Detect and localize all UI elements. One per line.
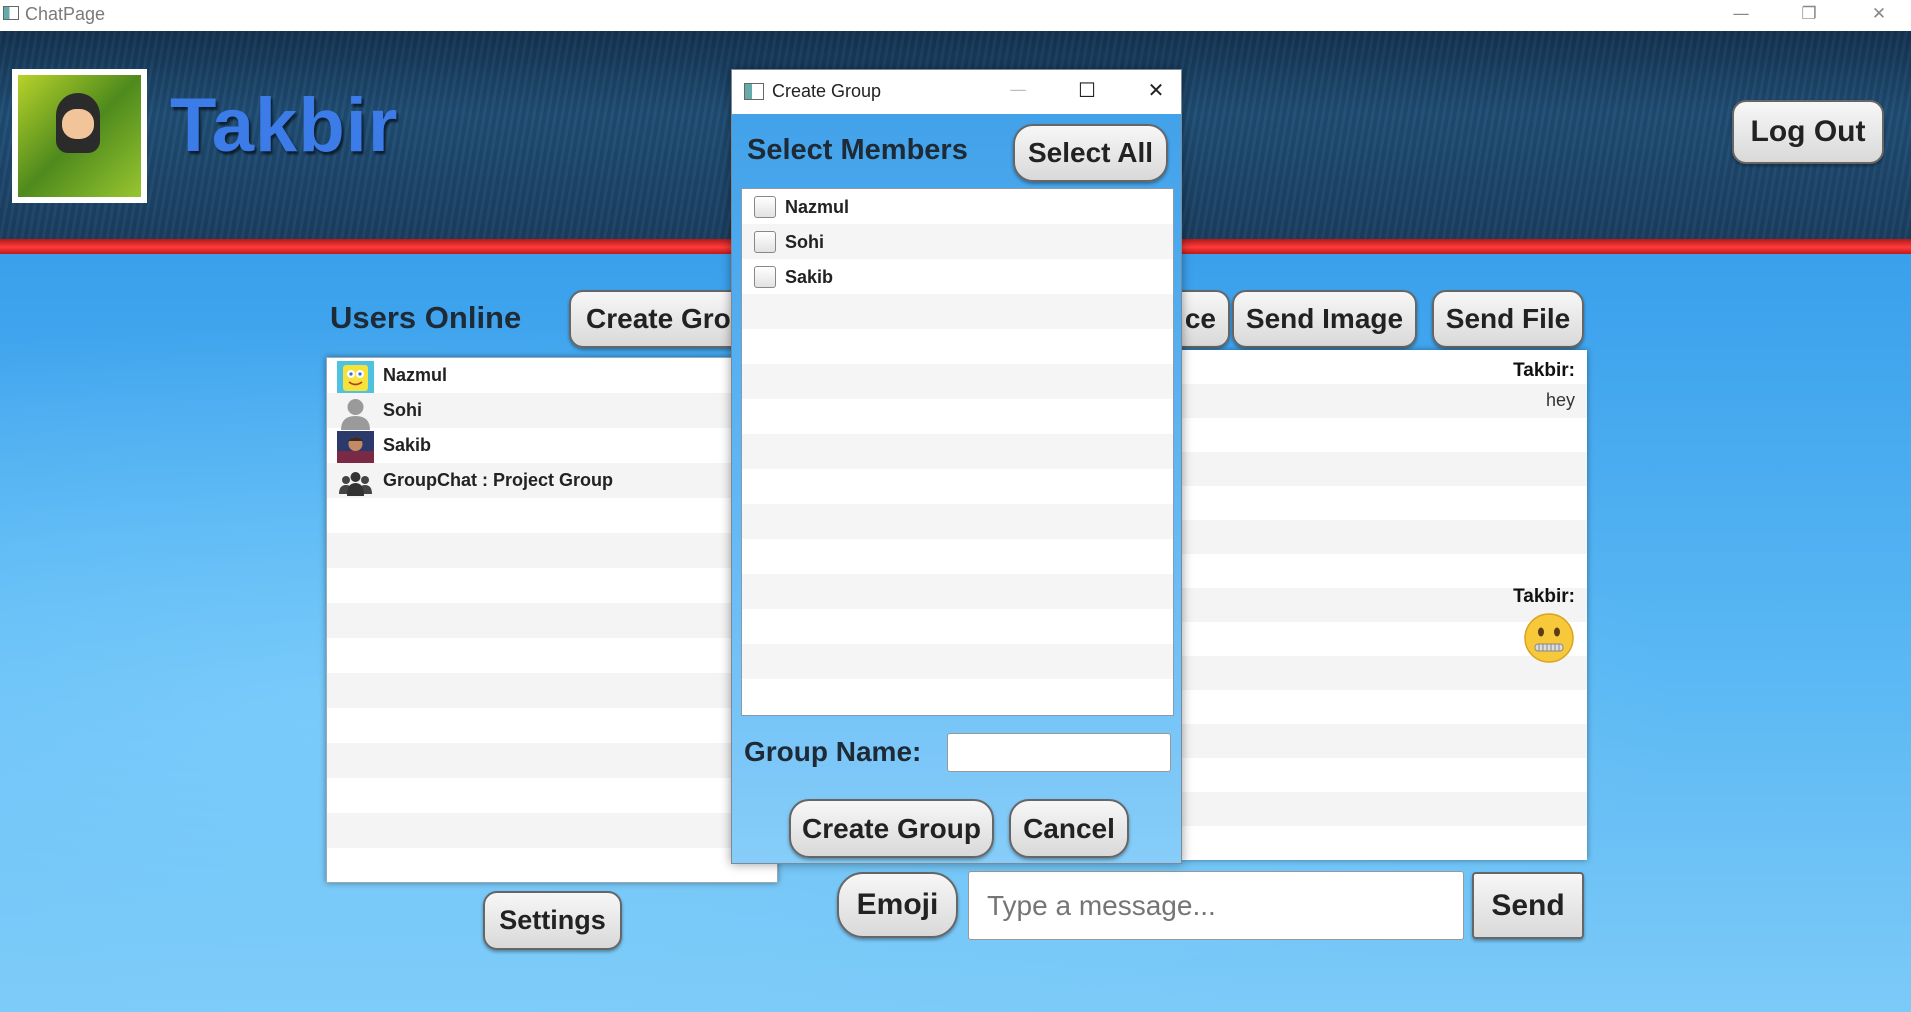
empty-row: [327, 533, 777, 568]
empty-row: [327, 813, 777, 848]
member-name: Nazmul: [785, 197, 850, 217]
window-titlebar: ChatPage — ❐ ✕: [0, 0, 1911, 31]
empty-row: [742, 294, 1173, 329]
dialog-title: Create Group: [772, 81, 882, 101]
message-sender: Takbir:: [1513, 360, 1575, 381]
dialog-titlebar: Create Group — ☐ ✕: [732, 70, 1181, 114]
empty-row: [327, 743, 777, 778]
user-row-groupchat[interactable]: GroupChat : Project Group: [327, 463, 777, 498]
message-input[interactable]: [968, 871, 1464, 940]
spongebob-avatar-icon: [337, 361, 374, 395]
create-group-confirm-button[interactable]: Create Group: [789, 799, 994, 858]
minimize-button[interactable]: —: [1712, 0, 1770, 31]
empty-row: [327, 603, 777, 638]
group-name-input[interactable]: [947, 733, 1171, 772]
empty-row: [742, 469, 1173, 504]
profile-avatar[interactable]: [12, 69, 147, 203]
empty-row: [742, 434, 1173, 469]
window-title: ChatPage: [25, 4, 106, 24]
member-row[interactable]: Sakib: [742, 259, 1173, 294]
select-members-label: Select Members: [747, 134, 968, 166]
zipper-mouth-emoji-icon: [1524, 613, 1574, 663]
member-row[interactable]: Nazmul: [742, 189, 1173, 224]
emoji-button[interactable]: Emoji: [837, 872, 958, 938]
chat-log: Takbir: hey Takbir:: [1180, 350, 1587, 860]
dialog-maximize-button[interactable]: ☐: [1058, 76, 1116, 107]
message-sender: Takbir:: [1513, 586, 1575, 607]
empty-row: [742, 504, 1173, 539]
message-text: hey: [1545, 390, 1575, 410]
empty-row: [742, 329, 1173, 364]
users-list: Nazmul Sohi Sakib GroupChat : Project Gr…: [326, 357, 778, 883]
dialog-minimize-button[interactable]: —: [989, 76, 1047, 107]
send-button[interactable]: Send: [1472, 872, 1584, 939]
photo-avatar-icon: [337, 431, 374, 465]
member-checkbox[interactable]: [754, 231, 776, 253]
user-row-sohi[interactable]: Sohi: [327, 393, 777, 430]
close-button[interactable]: ✕: [1850, 0, 1908, 31]
empty-row: [327, 673, 777, 708]
send-file-button[interactable]: Send File: [1432, 290, 1584, 348]
empty-row: [742, 574, 1173, 609]
user-name: Sakib: [383, 435, 432, 455]
restore-button[interactable]: ❐: [1780, 0, 1838, 31]
empty-row: [742, 609, 1173, 644]
user-name: Nazmul: [383, 365, 448, 385]
empty-row: [327, 638, 777, 673]
group-name-label: Group Name:: [744, 736, 922, 767]
select-all-button[interactable]: Select All: [1013, 124, 1168, 182]
empty-row: [742, 679, 1173, 714]
dialog-close-button[interactable]: ✕: [1127, 76, 1185, 107]
member-name: Sohi: [785, 232, 824, 252]
create-group-dialog: Create Group — ☐ ✕ Select Members Select…: [731, 69, 1182, 864]
member-name: Sakib: [785, 267, 834, 287]
send-image-button[interactable]: Send Image: [1232, 290, 1417, 348]
empty-row: [327, 708, 777, 743]
users-online-title: Users Online: [330, 300, 522, 335]
empty-row: [742, 539, 1173, 574]
members-list: Nazmul Sohi Sakib: [741, 188, 1174, 716]
dialog-app-icon: [744, 83, 764, 100]
empty-row: [327, 778, 777, 813]
settings-button[interactable]: Settings: [483, 891, 622, 950]
user-row-sakib[interactable]: Sakib: [327, 428, 777, 465]
default-user-icon: [341, 399, 370, 430]
group-icon: [339, 472, 372, 496]
logout-button[interactable]: Log Out: [1732, 100, 1884, 164]
empty-row: [327, 568, 777, 603]
member-checkbox[interactable]: [754, 196, 776, 218]
empty-row: [742, 399, 1173, 434]
cancel-button[interactable]: Cancel: [1009, 799, 1129, 858]
empty-row: [327, 498, 777, 533]
member-checkbox[interactable]: [754, 266, 776, 288]
member-row[interactable]: Sohi: [742, 224, 1173, 259]
user-row-nazmul[interactable]: Nazmul: [327, 358, 777, 395]
empty-row: [327, 848, 777, 882]
username-title: Takbir: [170, 83, 399, 168]
user-name: Sohi: [383, 400, 422, 420]
user-name: GroupChat : Project Group: [383, 470, 614, 490]
empty-row: [742, 364, 1173, 399]
avatar-image: [18, 75, 141, 197]
app-icon: [3, 6, 19, 20]
empty-row: [742, 644, 1173, 679]
